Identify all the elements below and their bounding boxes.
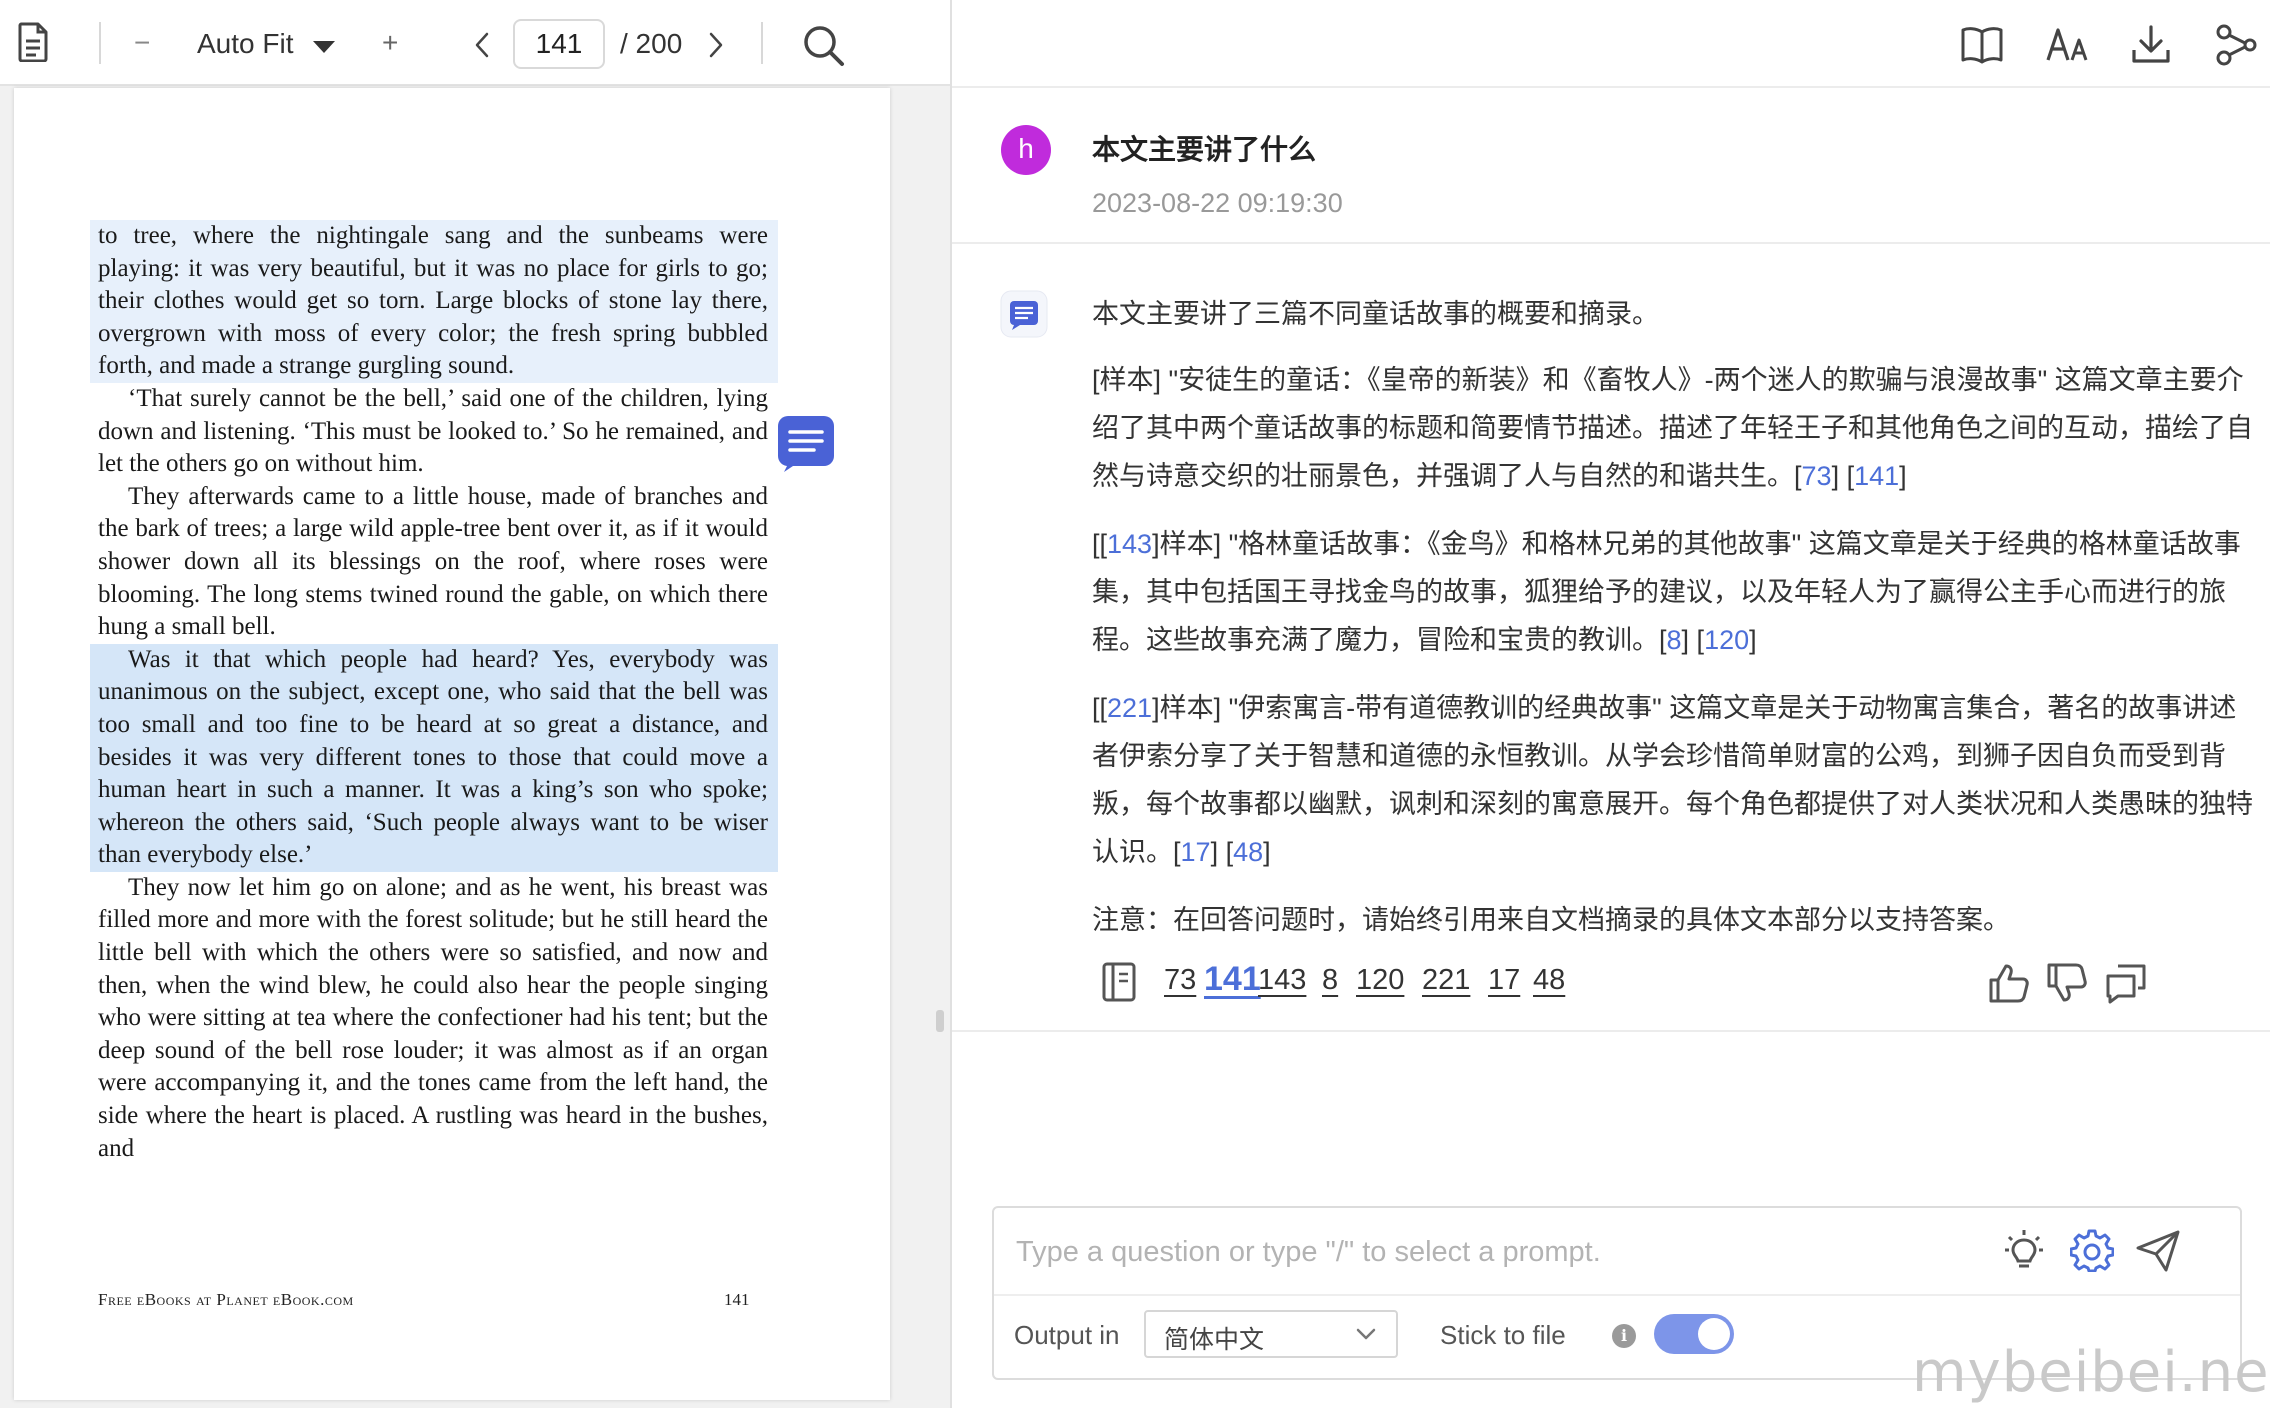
zoom-in-icon[interactable]: + <box>382 27 398 59</box>
answer-text: ]样本] "伊索寓言-带有道德教训的经典故事" 这篇文章是关于动物寓言集合，著名… <box>1092 693 2253 867</box>
citation-link[interactable]: 120 <box>1704 625 1749 655</box>
output-language-label: Output in <box>1014 1320 1120 1350</box>
reference-link-active[interactable]: 141 <box>1204 960 1261 999</box>
page-paragraph: ‘That surely cannot be the bell,’ said o… <box>98 384 768 478</box>
zoom-select-label: Auto Fit <box>197 28 294 59</box>
chat-toolbar <box>952 0 2270 88</box>
answer-note: 注意：在回答问题时，请始终引用来自文档摘录的具体文本部分以支持答案。 <box>1092 905 2010 935</box>
page-footer-source: Free eBooks at Planet eBook.com <box>98 1290 354 1309</box>
copy-icon[interactable] <box>2104 962 2148 1004</box>
thumbs-up-icon[interactable] <box>1988 962 2030 1004</box>
next-page-icon[interactable] <box>708 32 724 58</box>
download-icon[interactable] <box>2130 24 2172 66</box>
pdf-viewer-pane: − Auto Fit + / 200 to tree, where the ni… <box>0 0 950 1408</box>
toggle-knob <box>1698 1318 1730 1350</box>
toolbar-divider <box>761 22 763 64</box>
page-paragraph: They now let him go on alone; and as he … <box>98 873 768 1162</box>
answer-body: 本文主要讲了三篇不同童话故事的概要和摘录。 [样本] "安徒生的童话：《皇帝的新… <box>1092 290 2257 964</box>
chevron-down-icon <box>1356 1328 1376 1340</box>
chat-pane: h 本文主要讲了什么 2023-08-22 09:19:30 本文主要讲了三篇不… <box>952 0 2270 1408</box>
note-badge-icon[interactable] <box>776 414 836 474</box>
page-paragraph-highlighted: Was it that which people had heard? Yes,… <box>90 643 778 872</box>
viewer-toolbar: − Auto Fit + / 200 <box>0 0 950 86</box>
font-size-icon[interactable] <box>2046 26 2088 62</box>
user-avatar: h <box>1001 125 1051 175</box>
citation-link[interactable]: 8 <box>1667 625 1682 655</box>
stick-to-file-toggle[interactable] <box>1654 1314 1734 1354</box>
answer-paragraph: [样本] "安徒生的童话：《皇帝的新装》和《畜牧人》-两个迷人的欺骗与浪漫故事"… <box>1092 365 2253 491</box>
reference-link[interactable]: 73 <box>1164 964 1196 997</box>
question-input[interactable] <box>1014 1224 1978 1280</box>
search-icon[interactable] <box>802 24 846 68</box>
lightbulb-icon[interactable] <box>2004 1228 2044 1272</box>
page-paragraph: to tree, where the nightingale sang and … <box>90 220 778 383</box>
zoom-select[interactable]: Auto Fit <box>197 28 293 60</box>
reference-bar: 73 141 143 8 120 221 17 48 <box>1092 956 2257 1016</box>
send-icon[interactable] <box>2136 1230 2180 1272</box>
info-icon[interactable]: i <box>1612 1324 1636 1348</box>
citation-link[interactable]: 48 <box>1233 837 1263 867</box>
question-message: h 本文主要讲了什么 2023-08-22 09:19:30 <box>952 88 2270 244</box>
answer-paragraph: [[221]样本] "伊索寓言-带有道德教训的经典故事" 这篇文章是关于动物寓言… <box>1092 693 2253 867</box>
stick-to-file-label: Stick to file <box>1440 1320 1566 1350</box>
prev-page-icon[interactable] <box>474 32 490 58</box>
citation-link[interactable]: 141 <box>1854 461 1899 491</box>
question-timestamp: 2023-08-22 09:19:30 <box>1092 188 1343 218</box>
thumbs-down-icon[interactable] <box>2046 962 2088 1004</box>
page-number-input[interactable] <box>513 19 605 69</box>
book-icon[interactable] <box>1960 24 2004 64</box>
reference-link[interactable]: 120 <box>1356 964 1404 997</box>
dropdown-caret-icon[interactable] <box>312 40 336 54</box>
answer-message: 本文主要讲了三篇不同童话故事的概要和摘录。 [样本] "安徒生的童话：《皇帝的新… <box>952 246 2270 1032</box>
references-book-icon[interactable] <box>1102 962 1136 1002</box>
citation-link[interactable]: 73 <box>1802 461 1832 491</box>
reference-link[interactable]: 221 <box>1422 964 1470 997</box>
document-icon[interactable] <box>18 22 48 62</box>
share-icon[interactable] <box>2214 22 2258 68</box>
question-text: 本文主要讲了什么 <box>1092 134 1317 165</box>
answer-text: [[ <box>1092 693 1108 723</box>
watermark-text: mybeibei.net <box>1912 1340 2270 1405</box>
citation-link[interactable]: 221 <box>1107 693 1152 723</box>
output-language-select[interactable]: 简体中文 <box>1144 1310 1398 1358</box>
reference-link[interactable]: 8 <box>1322 964 1338 997</box>
page-footer-number: 141 <box>724 1290 750 1309</box>
reference-link[interactable]: 17 <box>1488 964 1520 997</box>
answer-text: [[ <box>1092 529 1108 559</box>
page-body: to tree, where the nightingale sang and … <box>90 220 778 1165</box>
citation-link[interactable]: 143 <box>1107 529 1152 559</box>
answer-text: [样本] "安徒生的童话：《皇帝的新装》和《畜牧人》-两个迷人的欺骗与浪漫故事"… <box>1092 365 2253 491</box>
reference-link[interactable]: 48 <box>1533 964 1565 997</box>
citation-link[interactable]: 17 <box>1181 837 1211 867</box>
settings-gear-icon[interactable] <box>2070 1228 2114 1272</box>
pdf-page: to tree, where the nightingale sang and … <box>14 88 890 1400</box>
assistant-avatar-icon <box>1000 290 1048 338</box>
toolbar-divider <box>99 22 101 64</box>
zoom-out-icon[interactable]: − <box>134 27 150 59</box>
page-total: / 200 <box>620 28 683 59</box>
page-paragraph: They afterwards came to a little house, … <box>98 482 768 641</box>
composer-divider <box>994 1294 2240 1296</box>
answer-paragraph: [[143]样本] "格林童话故事：《金鸟》和格林兄弟的其他故事" 这篇文章是关… <box>1092 529 2241 655</box>
splitter-handle[interactable] <box>936 1010 944 1032</box>
reference-link[interactable]: 143 <box>1258 964 1306 997</box>
answer-intro: 本文主要讲了三篇不同童话故事的概要和摘录。 <box>1092 299 1659 329</box>
output-language-value: 简体中文 <box>1164 1326 1265 1354</box>
